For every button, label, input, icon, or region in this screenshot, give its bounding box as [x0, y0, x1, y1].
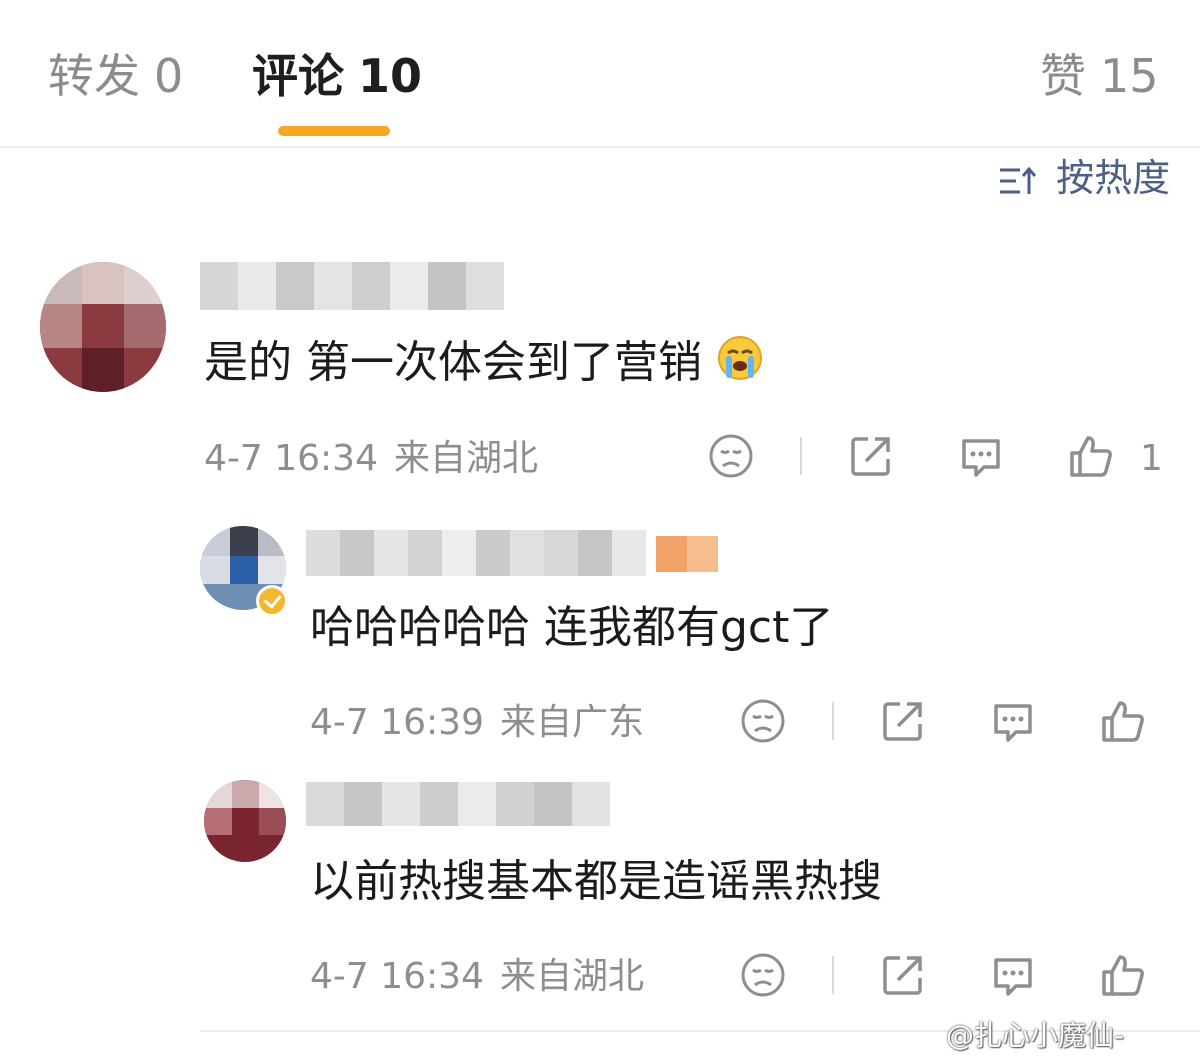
- reply-text: 哈哈哈哈哈 连我都有gct了: [310, 602, 834, 653]
- avatar[interactable]: [40, 262, 166, 392]
- like-count: 1: [1140, 438, 1163, 479]
- tab-comments-count: 10: [358, 49, 423, 103]
- comment-meta: 4-7 16:34 来自湖北: [204, 436, 538, 482]
- reply-icon[interactable]: [990, 952, 1036, 998]
- user-tag-blurred: [656, 536, 718, 572]
- sort-button[interactable]: 按热度: [998, 153, 1170, 203]
- dislike-icon[interactable]: [708, 433, 754, 479]
- watermark: @扎心小魔仙-: [946, 1019, 1125, 1052]
- tab-likes[interactable]: 赞 15: [1040, 46, 1159, 106]
- like-icon[interactable]: [1068, 433, 1114, 479]
- location: 来自湖北: [500, 956, 645, 997]
- like-icon[interactable]: [1100, 952, 1146, 998]
- tab-comments-label: 评论: [252, 49, 344, 103]
- tab-repost[interactable]: 转发 0: [48, 46, 183, 106]
- reply-meta: 4-7 16:39 来自广东: [310, 700, 644, 746]
- crying-face-emoji: [716, 334, 764, 396]
- like-icon[interactable]: [1100, 698, 1146, 744]
- location: 来自广东: [500, 702, 645, 743]
- reply-meta: 4-7 16:34 来自湖北: [310, 954, 644, 1000]
- tab-bar: 转发 0 评论 10 赞 15: [0, 0, 1200, 148]
- active-tab-indicator: [278, 126, 390, 136]
- tab-repost-count: 0: [154, 49, 184, 103]
- divider: [800, 437, 802, 475]
- timestamp: 4-7 16:39: [310, 702, 484, 743]
- divider: [832, 702, 834, 740]
- username-blurred[interactable]: [306, 782, 610, 826]
- tab-repost-label: 转发: [48, 49, 140, 103]
- username-blurred[interactable]: [200, 262, 504, 310]
- sort-label: 按热度: [1056, 156, 1171, 200]
- share-icon[interactable]: [880, 698, 926, 744]
- dislike-icon[interactable]: [740, 698, 786, 744]
- reply-icon[interactable]: [990, 698, 1036, 744]
- dislike-icon[interactable]: [740, 952, 786, 998]
- timestamp: 4-7 16:34: [204, 438, 378, 479]
- sort-icon: [998, 156, 1056, 200]
- timestamp: 4-7 16:34: [310, 956, 484, 997]
- tab-comments[interactable]: 评论 10: [252, 46, 422, 106]
- comment-text: 是的 第一次体会到了营销: [204, 334, 764, 396]
- reply-text: 以前热搜基本都是造谣黑热搜: [310, 856, 882, 907]
- verified-badge: [256, 585, 288, 617]
- divider: [832, 956, 834, 994]
- share-icon[interactable]: [880, 952, 926, 998]
- tab-likes-label: 赞: [1040, 49, 1086, 103]
- location: 来自湖北: [394, 438, 539, 479]
- share-icon[interactable]: [848, 433, 894, 479]
- tab-likes-count: 15: [1100, 49, 1159, 103]
- reply-icon[interactable]: [958, 433, 1004, 479]
- avatar[interactable]: [204, 780, 286, 862]
- username-blurred[interactable]: [306, 530, 646, 576]
